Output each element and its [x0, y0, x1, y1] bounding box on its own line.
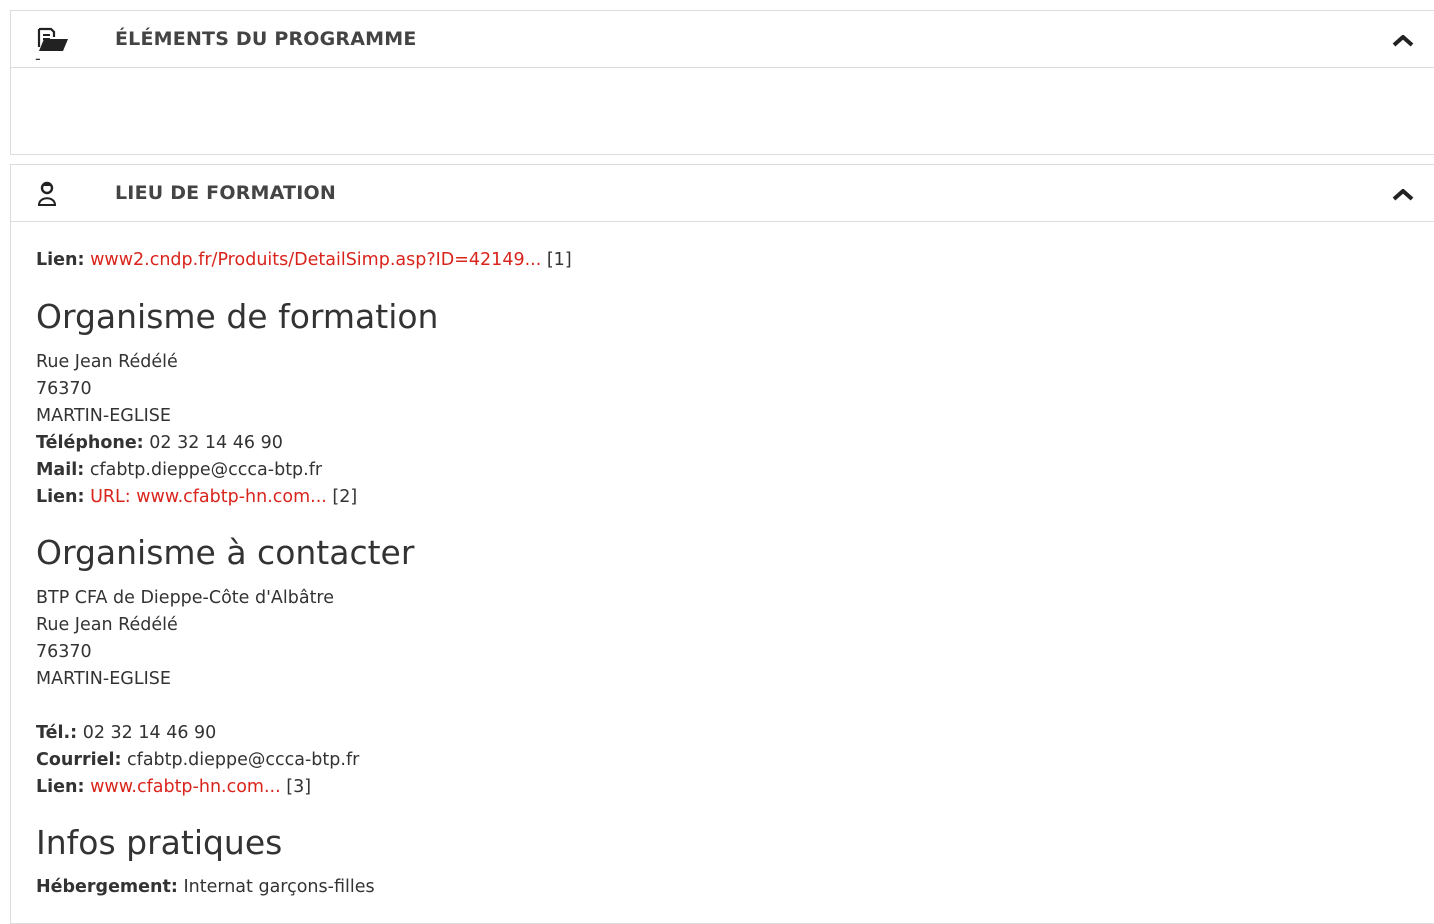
courriel-value: cfabtp.dieppe@ccca-btp.fr — [127, 750, 360, 770]
cfabtp-url-link[interactable]: URL: www.cfabtp-hn.com... — [90, 487, 327, 507]
link-ref: [2] — [332, 487, 358, 507]
lien-line: Lien: URL: www.cfabtp-hn.com... [2] — [36, 484, 357, 511]
courriel-label: Courriel: — [36, 750, 122, 770]
lien-line: Lien: www.cfabtp-hn.com... [3] — [36, 774, 359, 801]
tel-value: 02 32 14 46 90 — [82, 723, 217, 743]
tel-line: Tél.: 02 32 14 46 90 — [36, 720, 359, 747]
contact-name: BTP CFA de Dieppe-Côte d'Albâtre — [36, 588, 335, 608]
hebergement-label: Hébergement: — [36, 877, 178, 897]
tel-label: Tél.: — [36, 723, 78, 743]
programme-content: - — [35, 49, 41, 68]
courriel-line: Courriel: cfabtp.dieppe@ccca-btp.fr — [36, 747, 359, 774]
organisme-contact-details: BTP CFA de Dieppe-Côte d'Albâtre Rue Jea… — [36, 585, 359, 801]
lieu-panel-title: LIEU DE FORMATION — [115, 182, 336, 204]
lieu-panel-header[interactable]: LIEU DE FORMATION — [11, 165, 1434, 222]
mail-line: Mail: cfabtp.dieppe@ccca-btp.fr — [36, 457, 357, 484]
person-icon — [35, 181, 71, 207]
mail-label: Mail: — [36, 460, 85, 480]
organisme-contact-heading: Organisme à contacter — [36, 533, 415, 572]
link-ref: [3] — [286, 777, 312, 797]
address-street: Rue Jean Rédélé — [36, 615, 178, 635]
programme-panel: ÉLÉMENTS DU PROGRAMME - — [10, 10, 1434, 155]
phone-label: Téléphone: — [36, 433, 144, 453]
organisme-formation-heading: Organisme de formation — [36, 297, 439, 336]
cndp-link[interactable]: www2.cndp.fr/Produits/DetailSimp.asp?ID=… — [90, 250, 541, 270]
infos-pratiques-heading: Infos pratiques — [36, 823, 283, 862]
address-postcode: 76370 — [36, 379, 92, 399]
address-street: Rue Jean Rédélé — [36, 352, 178, 372]
lien-label: Lien: — [36, 777, 85, 797]
lien-label: Lien: — [36, 487, 85, 507]
lieu-link-line: Lien: www2.cndp.fr/Produits/DetailSimp.a… — [36, 247, 572, 274]
lieu-panel: LIEU DE FORMATION Lien: www2.cndp.fr/Pro… — [10, 164, 1434, 924]
phone-line: Téléphone: 02 32 14 46 90 — [36, 430, 357, 457]
chevron-up-icon[interactable] — [1390, 31, 1416, 49]
chevron-up-icon[interactable] — [1390, 185, 1416, 203]
mail-value: cfabtp.dieppe@ccca-btp.fr — [89, 460, 323, 480]
phone-value: 02 32 14 46 90 — [149, 433, 283, 453]
address-postcode: 76370 — [36, 642, 92, 662]
hebergement-value: Internat garçons-filles — [183, 877, 375, 897]
lien-label: Lien: — [36, 250, 85, 270]
cfabtp-link[interactable]: www.cfabtp-hn.com... — [90, 777, 281, 797]
programme-panel-header[interactable]: ÉLÉMENTS DU PROGRAMME — [11, 11, 1434, 68]
hebergement-line: Hébergement: Internat garçons-filles — [36, 874, 375, 901]
address-city: MARTIN-EGLISE — [36, 406, 171, 426]
programme-panel-title: ÉLÉMENTS DU PROGRAMME — [115, 28, 417, 50]
address-city: MARTIN-EGLISE — [36, 669, 171, 689]
link-ref: [1] — [546, 250, 572, 270]
organisme-formation-details: Rue Jean Rédélé 76370 MARTIN-EGLISE Télé… — [36, 349, 357, 511]
